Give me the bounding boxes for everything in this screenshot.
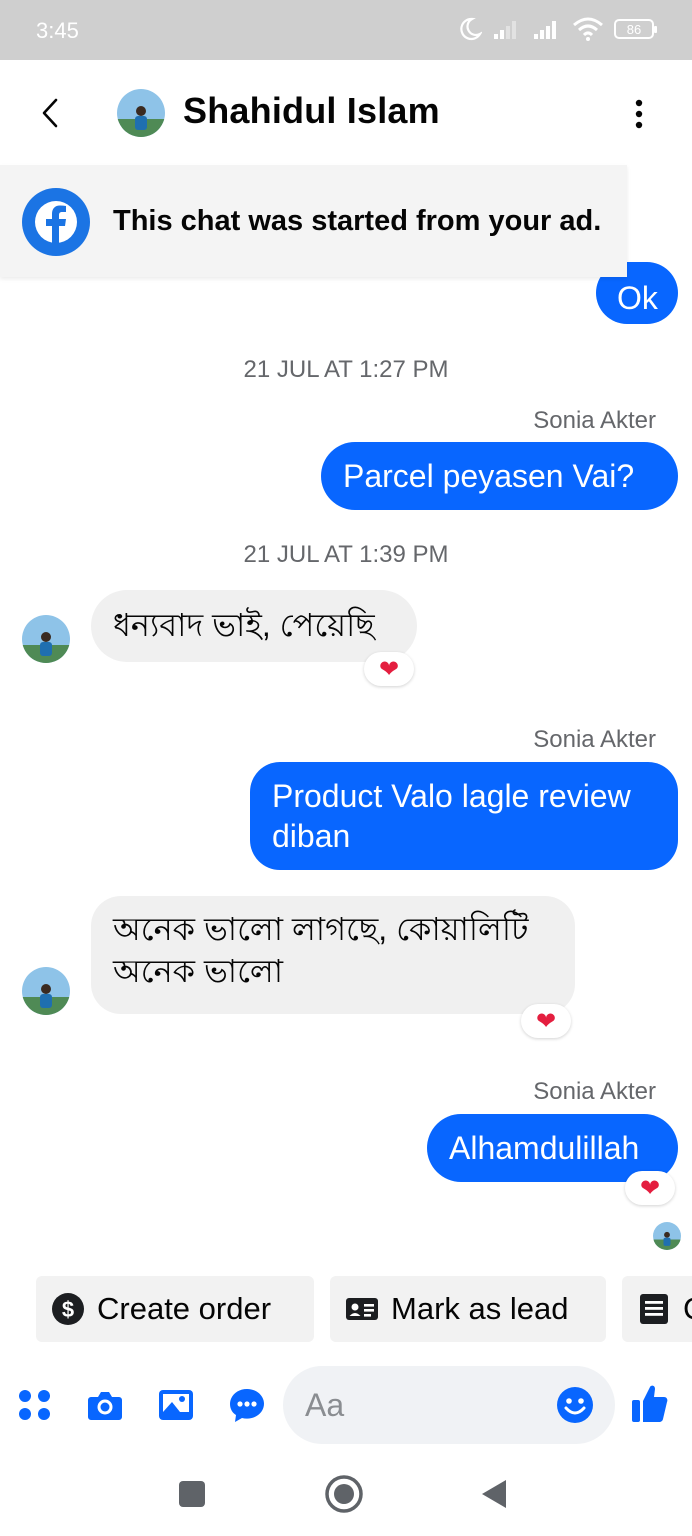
create-order-button[interactable]: $ Create order xyxy=(36,1276,314,1342)
battery-level: 86 xyxy=(626,21,642,37)
chip-label: C xyxy=(683,1291,692,1327)
cellular-signal-1-icon xyxy=(494,21,516,39)
back-arrow-icon[interactable] xyxy=(36,94,66,132)
back-triangle-icon[interactable] xyxy=(476,1474,516,1514)
quick-actions-bar: $ Create order Mark as lead C xyxy=(36,1276,692,1342)
like-thumbs-up-icon[interactable] xyxy=(630,1382,670,1424)
chip-label: Create order xyxy=(97,1291,272,1326)
timestamp: 21 JUL AT 1:27 PM xyxy=(243,356,449,383)
dollar-circle-icon: $ xyxy=(52,1293,84,1325)
system-navigation-bar xyxy=(0,1450,692,1536)
message-text: ধন্যবাদ ভাই, পেয়েছি xyxy=(113,607,375,643)
seen-receipt-avatar xyxy=(653,1222,681,1250)
contact-avatar-small[interactable] xyxy=(22,615,70,663)
gallery-icon[interactable] xyxy=(157,1386,195,1424)
messenger-screen: 3:45 86 Shahidul Islam This chat was sta… xyxy=(0,0,692,1536)
message-composer xyxy=(0,1360,692,1450)
outgoing-message[interactable]: Product Valo lagle review diban xyxy=(250,762,678,870)
message-text: অনেক ভালো লাগছে, কোয়ালিটি অনেক ভালো xyxy=(113,911,529,989)
outgoing-message[interactable]: Parcel peyasen Vai? xyxy=(321,442,678,510)
heart-reaction-icon[interactable]: ❤ xyxy=(364,652,414,686)
camera-icon[interactable] xyxy=(86,1386,124,1424)
chat-bubble-icon[interactable] xyxy=(228,1386,266,1424)
heart-reaction-icon[interactable]: ❤ xyxy=(625,1171,675,1205)
message-text: Parcel peyasen Vai? xyxy=(343,458,635,494)
contact-avatar[interactable] xyxy=(117,89,165,137)
facebook-logo-icon xyxy=(22,188,90,256)
timestamp: 21 JUL AT 1:39 PM xyxy=(243,541,449,568)
sender-label: Sonia Akter xyxy=(533,1078,656,1105)
message-text: Alhamdulillah xyxy=(449,1130,640,1166)
ad-origin-banner: This chat was started from your ad. xyxy=(0,165,627,277)
status-icons: 86 xyxy=(458,16,657,42)
heart-reaction-icon[interactable]: ❤ xyxy=(521,1004,571,1038)
document-icon xyxy=(640,1294,668,1324)
cellular-signal-2-icon xyxy=(534,21,556,39)
moon-icon xyxy=(460,17,482,41)
status-time: 3:45 xyxy=(36,18,79,43)
chat-header: Shahidul Islam xyxy=(0,60,692,165)
document-action-button[interactable]: C xyxy=(622,1276,692,1342)
status-bar: 3:45 86 xyxy=(0,0,692,60)
sender-label: Sonia Akter xyxy=(533,726,656,753)
svg-text:$: $ xyxy=(62,1297,74,1322)
battery-icon: 86 xyxy=(614,19,657,39)
more-options-icon[interactable] xyxy=(624,96,654,132)
message-text: Ok xyxy=(617,280,658,316)
home-icon[interactable] xyxy=(322,1472,366,1516)
contact-avatar-small[interactable] xyxy=(22,967,70,1015)
contact-card-icon xyxy=(346,1298,378,1320)
incoming-message[interactable]: অনেক ভালো লাগছে, কোয়ালিটি অনেক ভালো xyxy=(91,896,575,1014)
incoming-message[interactable]: ধন্যবাদ ভাই, পেয়েছি xyxy=(91,590,417,662)
ad-banner-text: This chat was started from your ad. xyxy=(113,205,602,237)
chip-label: Mark as lead xyxy=(391,1291,569,1326)
contact-name[interactable]: Shahidul Islam xyxy=(183,90,440,132)
mark-as-lead-button[interactable]: Mark as lead xyxy=(330,1276,606,1342)
wifi-icon xyxy=(573,17,603,41)
avatar-photo xyxy=(117,89,165,137)
message-text: Product Valo lagle review diban xyxy=(272,778,631,854)
apps-menu-icon[interactable] xyxy=(16,1386,54,1424)
recent-apps-icon[interactable] xyxy=(172,1474,212,1514)
emoji-icon[interactable] xyxy=(556,1386,594,1424)
sender-label: Sonia Akter xyxy=(533,407,656,434)
